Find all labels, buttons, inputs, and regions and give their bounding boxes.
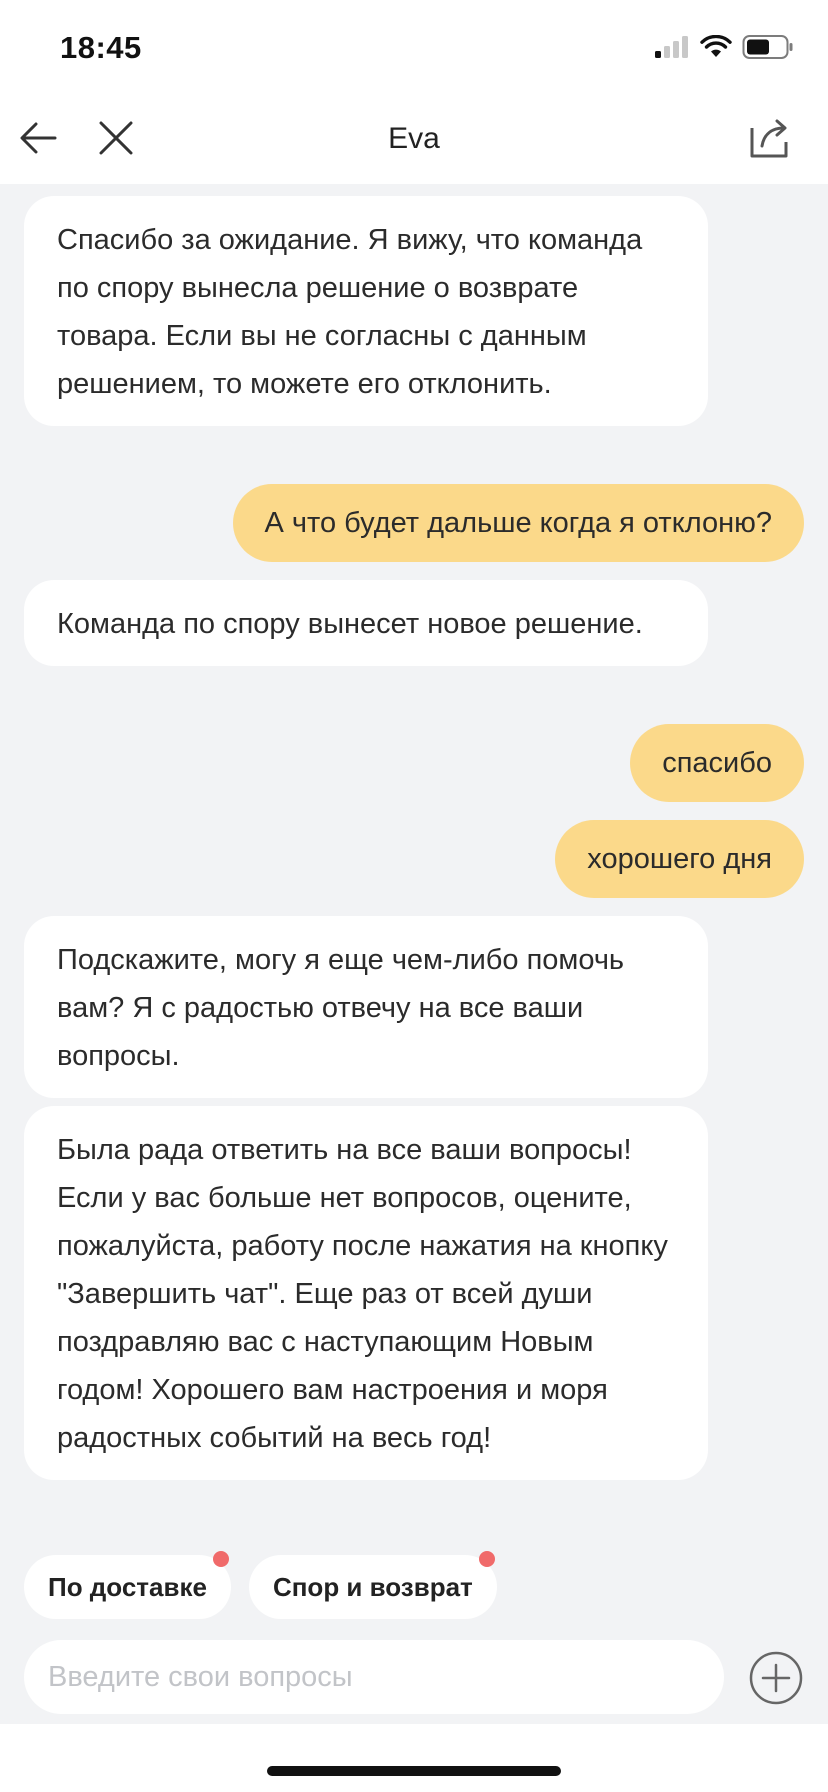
message-input[interactable] bbox=[24, 1640, 724, 1714]
bot-message: Команда по спору вынесет новое решение. bbox=[24, 580, 708, 666]
bot-message: Была рада ответить на все ваши вопросы! … bbox=[24, 1106, 708, 1480]
chip-dispute-return[interactable]: Спор и возврат bbox=[248, 1551, 497, 1619]
home-indicator-area bbox=[0, 1724, 828, 1792]
chat-header: Eva bbox=[0, 96, 828, 184]
chip-label: По доставке bbox=[48, 1571, 207, 1602]
cellular-signal-icon bbox=[654, 35, 690, 64]
user-message: А что будет дальше когда я отклоню? bbox=[232, 484, 804, 562]
notification-dot bbox=[478, 1551, 495, 1567]
user-message: хорошего дня bbox=[555, 820, 804, 898]
status-icons bbox=[654, 34, 794, 65]
message-composer bbox=[0, 1634, 828, 1724]
chat-title: Eva bbox=[388, 122, 440, 155]
wifi-icon bbox=[700, 34, 732, 64]
battery-icon bbox=[742, 34, 794, 65]
quick-reply-chips: По доставке Спор и возврат bbox=[24, 1551, 497, 1619]
bot-message: Подскажите, могу я еще чем-либо помочь в… bbox=[24, 916, 708, 1098]
bot-message: Спасибо за ожидание. Я вижу, что команда… bbox=[24, 196, 708, 426]
plus-circle-icon bbox=[748, 1651, 804, 1710]
status-bar: 18:45 bbox=[0, 0, 828, 96]
status-time: 18:45 bbox=[60, 30, 142, 65]
notification-dot bbox=[212, 1551, 229, 1567]
chat-transcript[interactable]: Спасибо за ожидание. Я вижу, что команда… bbox=[0, 184, 828, 1524]
chip-label: Спор и возврат bbox=[272, 1571, 473, 1602]
share-button[interactable] bbox=[746, 116, 794, 164]
home-indicator[interactable] bbox=[267, 1766, 561, 1776]
attach-button[interactable] bbox=[748, 1650, 804, 1706]
share-icon bbox=[748, 116, 792, 165]
chip-delivery[interactable]: По доставке bbox=[24, 1551, 231, 1619]
user-message: спасибо bbox=[630, 724, 804, 802]
